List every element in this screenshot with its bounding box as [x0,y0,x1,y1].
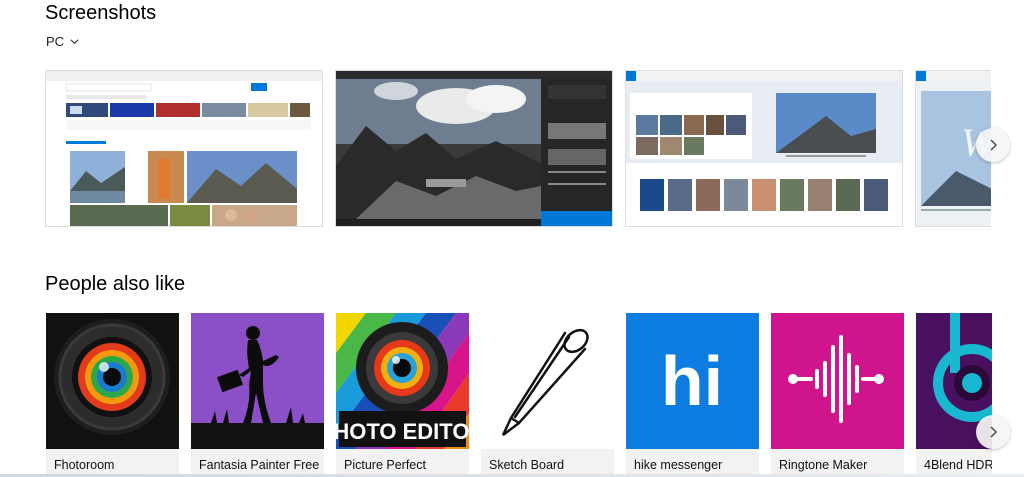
platform-selector[interactable]: PC [46,34,79,49]
app-card[interactable]: PHOTO EDITOR Picture Perfect [336,313,469,477]
screenshots-carousel: W [45,70,991,227]
screenshot-thumbnail[interactable] [45,70,323,227]
app-icon-fantasia-painter [191,313,324,449]
apps-carousel: Fhotoroom Fantasia Painter Free HOTO EDI… [46,313,992,477]
screenshots-heading: Screenshots [45,2,157,24]
app-name: Sketch Board [489,458,565,472]
app-icon-ringtone-maker [771,313,904,449]
chevron-down-icon [70,39,79,45]
apps-next-button[interactable] [976,415,1010,449]
app-name: hike messenger [634,458,723,472]
app-card[interactable]: 4Blend HDR [916,313,992,477]
app-name: Fhotoroom [54,458,115,472]
app-name: Ringtone Maker [779,458,868,472]
photo-editor-logo-text: PHOTO EDITOR [336,419,469,444]
app-card[interactable]: Ringtone Maker [771,313,904,477]
app-icon-sketch-board [481,313,614,449]
app-card[interactable]: Fhotoroom [46,313,179,477]
app-card[interactable]: hi hike messenger [626,313,759,477]
chevron-right-icon [990,426,997,438]
people-also-like-heading: People also like [45,273,186,295]
app-icon-hike-messenger: hi [626,313,759,449]
screenshot-thumbnail[interactable] [335,70,613,227]
chevron-right-icon [990,139,997,151]
hike-logo-text: hi [661,342,723,420]
platform-label: PC [46,34,65,49]
app-icon-fhotoroom [46,313,179,449]
app-name: Fantasia Painter Free [199,458,320,472]
app-card[interactable]: Sketch Board [481,313,614,477]
app-name: 4Blend HDR [924,458,992,472]
app-card[interactable]: Fantasia Painter Free [191,313,324,477]
app-icon-picture-perfect: PHOTO EDITOR [336,313,469,449]
screenshot-thumbnail[interactable] [625,70,903,227]
screenshots-next-button[interactable] [976,128,1010,162]
app-name: Picture Perfect [344,458,426,472]
